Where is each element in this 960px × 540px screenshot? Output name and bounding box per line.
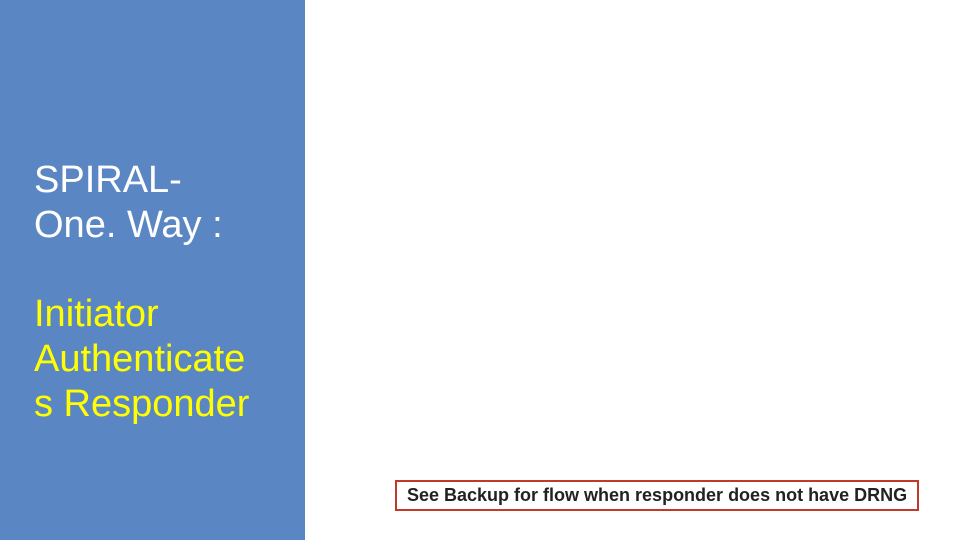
slide-title: SPIRAL- One. Way : Initiator Authenticat… bbox=[34, 113, 249, 427]
title-part-1: SPIRAL- One. Way : bbox=[34, 159, 223, 246]
slide: SPIRAL- One. Way : Initiator Authenticat… bbox=[0, 0, 960, 540]
note-box: See Backup for flow when responder does … bbox=[395, 480, 919, 511]
note-text: See Backup for flow when responder does … bbox=[407, 485, 907, 505]
title-part-2: Initiator Authenticate s Responder bbox=[34, 293, 249, 425]
left-panel: SPIRAL- One. Way : Initiator Authenticat… bbox=[0, 0, 305, 540]
